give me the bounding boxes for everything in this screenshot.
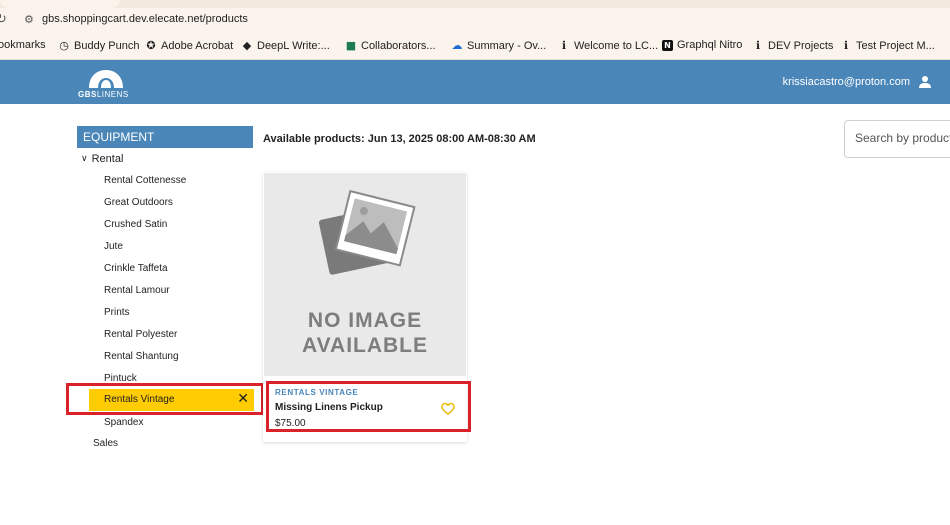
available-products-text: Available products: Jun 13, 2025 08:00 A… — [263, 133, 536, 145]
active-tab-edge[interactable] — [0, 0, 120, 8]
gbs-linens-logo[interactable]: GBSLINENS — [78, 68, 134, 102]
sidebar-item-jute[interactable]: Jute — [104, 241, 123, 252]
chevron-down-icon: ∨ — [81, 154, 88, 164]
bookmark-graphql-nitro[interactable]: N Graphql Nitro — [662, 39, 742, 51]
bookmark-welcome-lc[interactable]: ℹ Welcome to LC... — [558, 39, 658, 52]
bookmark-summary[interactable]: ☁ Summary - Ov... — [451, 39, 547, 52]
sidebar-item-spandex[interactable]: Spandex — [104, 417, 143, 428]
bookmark-collaborators[interactable]: ■ Collaborators... — [345, 39, 436, 52]
site-settings-icon[interactable]: ⚙ — [24, 13, 34, 26]
bookmark-deepl[interactable]: ◆ DeepL Write:... — [241, 39, 330, 52]
no-image-line-2: AVAILABLE — [301, 334, 429, 357]
nitro-icon: N — [662, 39, 673, 51]
product-image-placeholder[interactable]: NO IMAGE AVAILABLE — [264, 173, 466, 376]
sidebar-item-rental-polyester[interactable]: Rental Polyester — [104, 329, 177, 340]
address-bar[interactable]: ↻ ⚙ gbs.shoppingcart.dev.elecate.net/pro… — [0, 8, 950, 32]
clock-icon: ◷ — [59, 39, 69, 52]
user-email[interactable]: krissiacastro@proton.com — [783, 76, 910, 88]
search-input[interactable] — [855, 131, 950, 145]
sidebar-heading-equipment[interactable]: EQUIPMENT — [77, 126, 253, 148]
image-placeholder-icon — [318, 189, 416, 275]
bookmark-test-project[interactable]: ℹ Test Project M... — [840, 39, 935, 52]
browser-tabstrip — [0, 0, 950, 8]
bookmark-buddy-punch[interactable]: ◷ Buddy Punch — [58, 39, 139, 52]
info-icon: ℹ — [843, 39, 849, 52]
sidebar-item-crinkle-taffeta[interactable]: Crinkle Taffeta — [104, 263, 168, 274]
sidebar-item-rental-lamour[interactable]: Rental Lamour — [104, 285, 170, 296]
logo-text: GBSLINENS — [78, 90, 129, 99]
acrobat-icon: ✪ — [146, 39, 156, 52]
sidebar-item-rental-cottenesse[interactable]: Rental Cottenesse — [104, 175, 186, 186]
info-icon: ℹ — [561, 39, 567, 52]
info-icon: ℹ — [755, 39, 761, 52]
reload-icon[interactable]: ↻ — [0, 12, 7, 27]
highlight-selected-category — [66, 383, 264, 415]
bookmarks-bar: ookmarks ◷ Buddy Punch ✪ Adobe Acrobat ◆ De… — [0, 32, 950, 60]
search-box[interactable] — [844, 120, 950, 158]
bookmark-dev-projects[interactable]: ℹ DEV Projects — [752, 39, 834, 52]
deepl-icon: ◆ — [242, 39, 252, 52]
user-icon[interactable] — [918, 75, 932, 89]
sidebar-item-prints[interactable]: Prints — [104, 307, 130, 318]
sidebar-item-sales[interactable]: Sales — [93, 438, 118, 449]
bookmark-adobe-acrobat[interactable]: ✪ Adobe Acrobat — [145, 39, 233, 52]
sidebar-item-rental[interactable]: ∨ Rental — [81, 153, 123, 165]
sidebar-item-crushed-satin[interactable]: Crushed Satin — [104, 219, 167, 230]
highlight-product-info — [266, 381, 471, 432]
sidebar-item-great-outdoors[interactable]: Great Outdoors — [104, 197, 173, 208]
no-image-line-1: NO IMAGE — [307, 309, 423, 332]
bookmarks-label[interactable]: ookmarks — [0, 39, 46, 51]
url-text[interactable]: gbs.shoppingcart.dev.elecate.net/product… — [42, 13, 248, 25]
sidebar-item-rental-shantung[interactable]: Rental Shantung — [104, 351, 179, 362]
cloud-icon: ☁ — [451, 39, 463, 52]
logo-icon — [89, 70, 123, 88]
collaborators-icon: ■ — [345, 39, 357, 52]
